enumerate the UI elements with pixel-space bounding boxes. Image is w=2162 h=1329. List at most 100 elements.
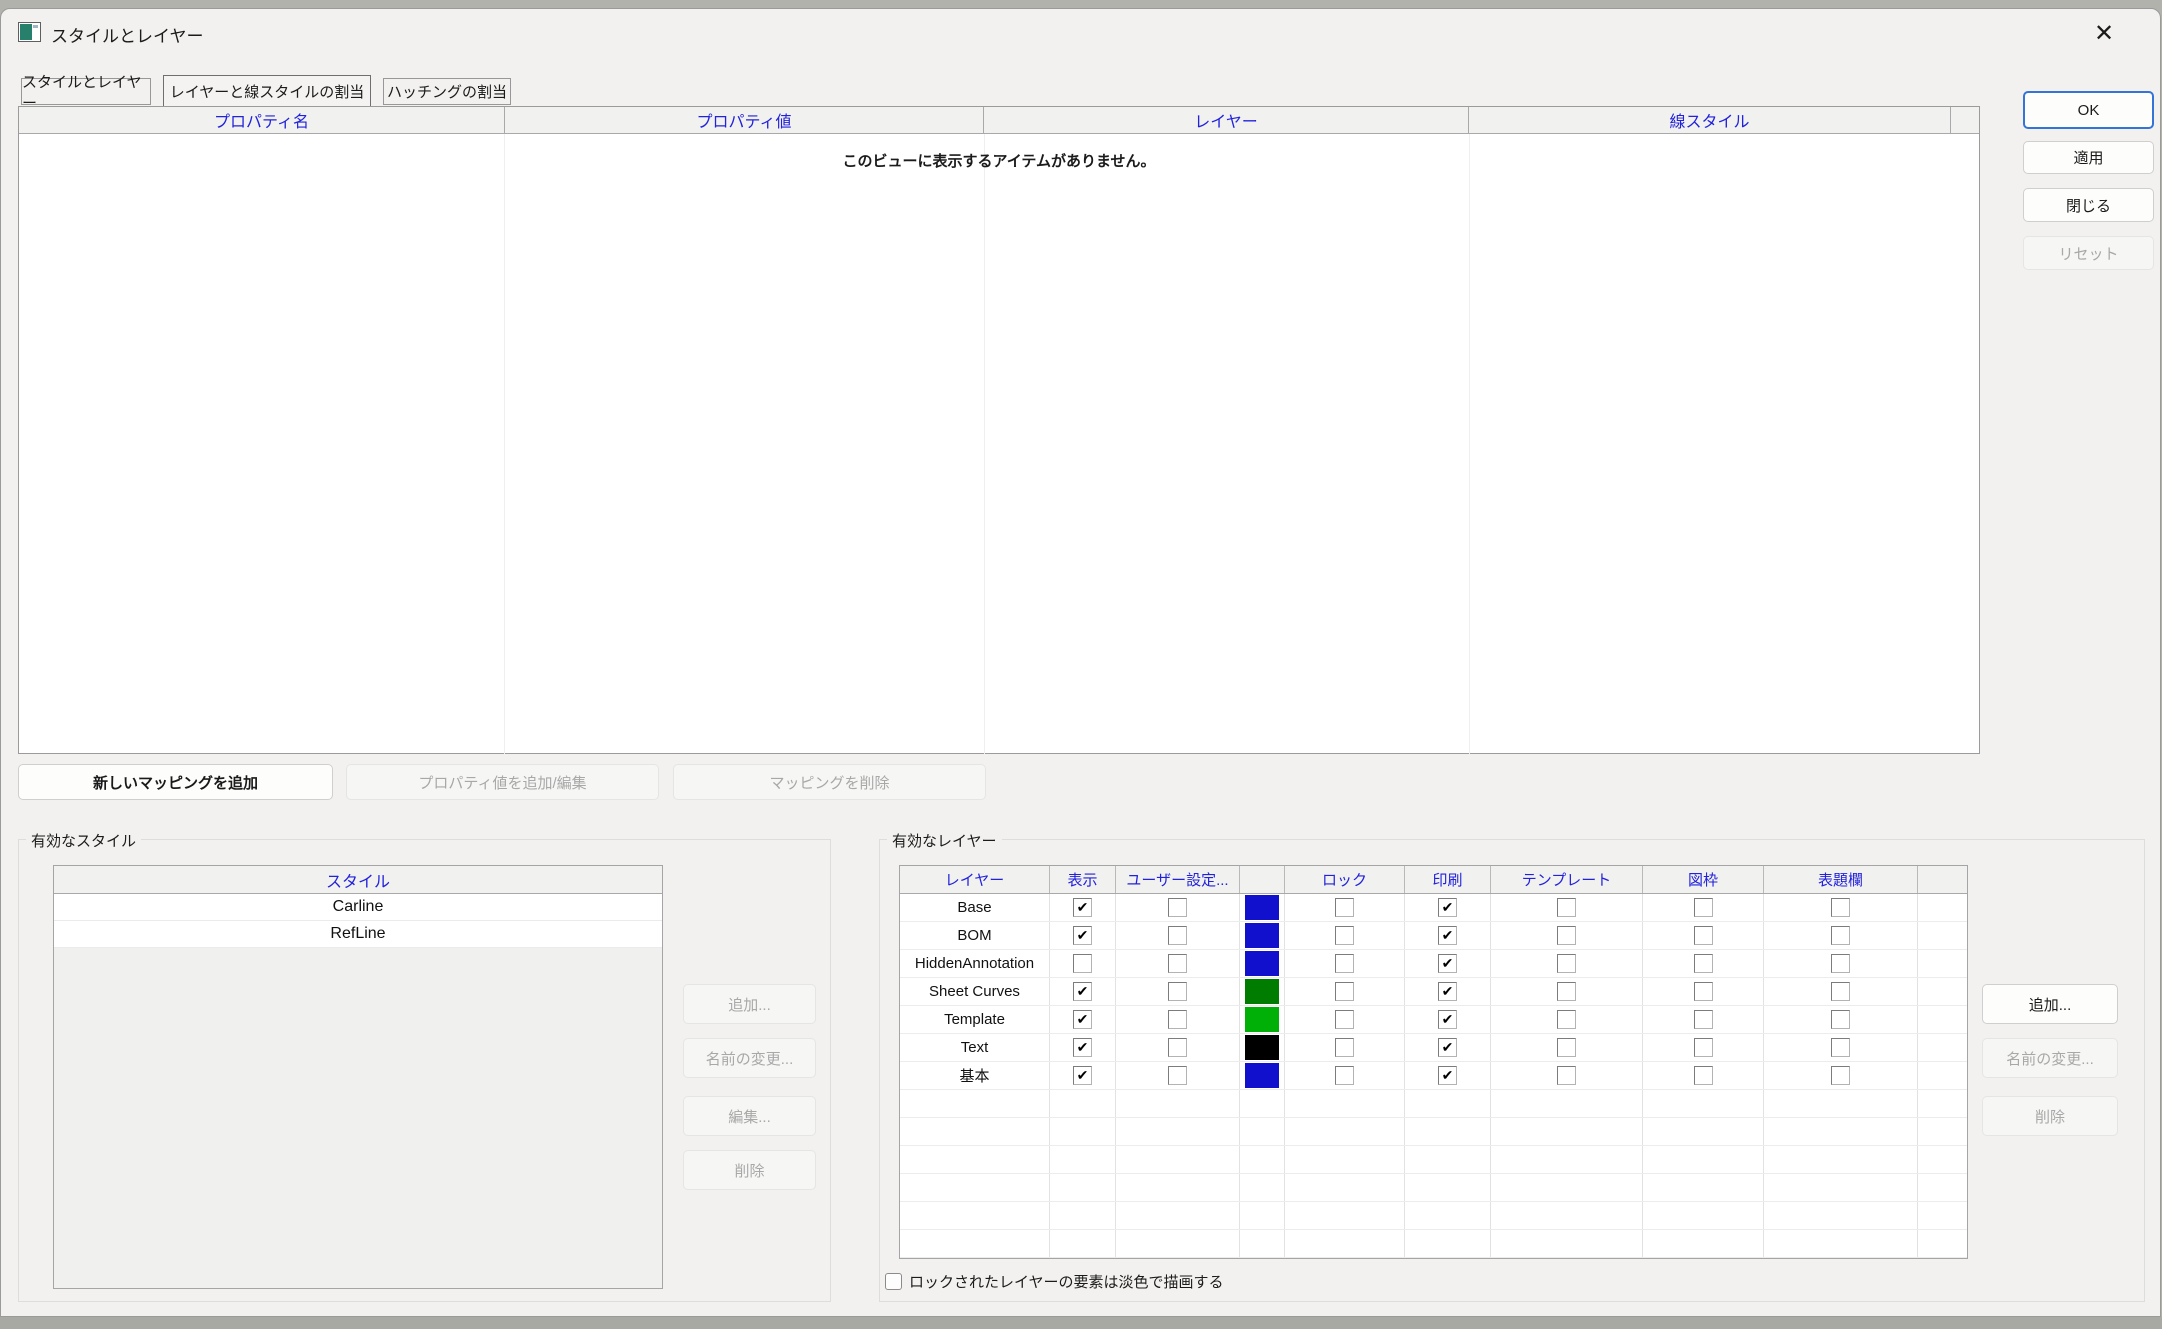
layer-checkbox[interactable] (1831, 1038, 1850, 1057)
layer-checkbox[interactable] (1335, 1010, 1354, 1029)
layer-checkbox[interactable] (1557, 926, 1576, 945)
delete-mapping-button[interactable]: マッピングを削除 (673, 764, 986, 800)
column-header-linestyle[interactable]: 線スタイル (1469, 107, 1951, 133)
layer-checkbox[interactable] (1168, 926, 1187, 945)
layer-checkbox[interactable] (1557, 1038, 1576, 1057)
style-edit-button[interactable]: 編集... (683, 1096, 816, 1136)
layer-checkbox[interactable]: ✔ (1438, 982, 1457, 1001)
column-header-property-value[interactable]: プロパティ値 (505, 107, 984, 133)
layer-row[interactable]: Template✔✔ (900, 1006, 1967, 1034)
layer-checkbox[interactable] (1831, 898, 1850, 917)
layer-checkbox[interactable] (1168, 982, 1187, 1001)
layer-column-header[interactable]: ロック (1285, 866, 1405, 893)
layer-checkbox[interactable] (1831, 1066, 1850, 1085)
layer-checkbox[interactable]: ✔ (1438, 954, 1457, 973)
tab-hatching-assignment[interactable]: ハッチングの割当 (383, 78, 511, 105)
layer-checkbox[interactable] (1694, 1010, 1713, 1029)
layer-checkbox[interactable] (1831, 982, 1850, 1001)
layer-checkbox[interactable] (1831, 1010, 1850, 1029)
tab-layer-linestyle-assignment[interactable]: レイヤーと線スタイルの割当 (163, 75, 371, 106)
layer-color-swatch[interactable] (1245, 951, 1279, 976)
layer-checkbox[interactable] (1694, 954, 1713, 973)
layer-column-header[interactable]: レイヤー (900, 866, 1050, 893)
layer-empty-row (900, 1230, 1967, 1258)
layer-checkbox[interactable] (1557, 954, 1576, 973)
layer-checkbox[interactable] (1557, 1066, 1576, 1085)
column-header-layer[interactable]: レイヤー (984, 107, 1469, 133)
style-rename-button[interactable]: 名前の変更... (683, 1038, 816, 1078)
layer-checkbox[interactable] (1168, 954, 1187, 973)
layer-row[interactable]: HiddenAnnotation✔ (900, 950, 1967, 978)
apply-button[interactable]: 適用 (2023, 141, 2154, 174)
add-edit-property-value-button[interactable]: プロパティ値を追加/編集 (346, 764, 659, 800)
layer-checkbox[interactable]: ✔ (1438, 1038, 1457, 1057)
layer-column-header[interactable]: テンプレート (1491, 866, 1643, 893)
layer-checkbox[interactable] (1168, 898, 1187, 917)
layer-color-swatch[interactable] (1245, 1063, 1279, 1088)
layer-column-header[interactable]: 表題欄 (1764, 866, 1918, 893)
layer-checkbox[interactable] (1168, 1010, 1187, 1029)
layer-row[interactable]: Base✔✔ (900, 894, 1967, 922)
layer-checkbox[interactable] (1335, 954, 1354, 973)
layer-checkbox[interactable] (1335, 982, 1354, 1001)
layer-checkbox[interactable]: ✔ (1438, 1010, 1457, 1029)
reset-button[interactable]: リセット (2023, 236, 2154, 270)
layer-color-swatch[interactable] (1245, 923, 1279, 948)
layer-column-header[interactable]: 印刷 (1405, 866, 1491, 893)
layer-row[interactable]: BOM✔✔ (900, 922, 1967, 950)
layer-color-swatch[interactable] (1245, 1035, 1279, 1060)
tab-styles-and-layers[interactable]: スタイルとレイヤー (21, 78, 151, 105)
mapping-table-body: このビューに表示するアイテムがありません。 (19, 134, 1979, 754)
layer-color-swatch[interactable] (1245, 895, 1279, 920)
layer-checkbox[interactable]: ✔ (1073, 1038, 1092, 1057)
layer-checkbox[interactable] (1694, 1066, 1713, 1085)
layer-checkbox[interactable] (1073, 954, 1092, 973)
layer-checkbox[interactable] (1694, 926, 1713, 945)
layer-checkbox[interactable] (1335, 926, 1354, 945)
layer-checkbox[interactable]: ✔ (1073, 926, 1092, 945)
layer-color-swatch[interactable] (1245, 979, 1279, 1004)
add-new-mapping-button[interactable]: 新しいマッピングを追加 (18, 764, 333, 800)
layer-checkbox[interactable] (1335, 1038, 1354, 1057)
layer-checkbox[interactable] (1168, 1038, 1187, 1057)
layer-add-button[interactable]: 追加... (1982, 984, 2118, 1024)
layer-checkbox[interactable] (1557, 1010, 1576, 1029)
layer-checkbox[interactable]: ✔ (1073, 1010, 1092, 1029)
layer-row[interactable]: 基本✔✔ (900, 1062, 1967, 1090)
layer-checkbox[interactable]: ✔ (1073, 898, 1092, 917)
layer-checkbox[interactable] (1694, 982, 1713, 1001)
layer-checkbox[interactable]: ✔ (1073, 982, 1092, 1001)
layer-checkbox[interactable] (1168, 1066, 1187, 1085)
checkbox-box[interactable] (885, 1273, 902, 1290)
layer-rename-button[interactable]: 名前の変更... (1982, 1038, 2118, 1078)
layer-checkbox[interactable]: ✔ (1438, 1066, 1457, 1085)
layer-checkbox[interactable] (1335, 1066, 1354, 1085)
column-header-property-name[interactable]: プロパティ名 (19, 107, 505, 133)
column-header-style[interactable]: スタイル (54, 866, 662, 894)
close-icon[interactable]: ✕ (2087, 17, 2121, 49)
layer-column-header[interactable]: 図枠 (1643, 866, 1764, 893)
layer-checkbox[interactable]: ✔ (1438, 926, 1457, 945)
layer-checkbox[interactable] (1694, 1038, 1713, 1057)
layer-column-header[interactable]: ユーザー設定... (1116, 866, 1240, 893)
layer-checkbox[interactable] (1831, 954, 1850, 973)
layer-delete-button[interactable]: 削除 (1982, 1096, 2118, 1136)
ok-button[interactable]: OK (2023, 91, 2154, 129)
style-row[interactable]: Carline (54, 894, 662, 921)
layer-checkbox[interactable]: ✔ (1073, 1066, 1092, 1085)
close-button[interactable]: 閉じる (2023, 188, 2154, 222)
layer-checkbox[interactable] (1831, 926, 1850, 945)
layer-row[interactable]: Sheet Curves✔✔ (900, 978, 1967, 1006)
draw-locked-layers-dimmed-checkbox[interactable]: ロックされたレイヤーの要素は淡色で描画する (885, 1271, 1224, 1292)
layer-checkbox[interactable] (1557, 898, 1576, 917)
layer-column-header[interactable]: 表示 (1050, 866, 1116, 893)
layer-checkbox[interactable] (1694, 898, 1713, 917)
style-delete-button[interactable]: 削除 (683, 1150, 816, 1190)
layer-checkbox[interactable]: ✔ (1438, 898, 1457, 917)
layer-checkbox[interactable] (1335, 898, 1354, 917)
layer-color-swatch[interactable] (1245, 1007, 1279, 1032)
layer-checkbox[interactable] (1557, 982, 1576, 1001)
style-row[interactable]: RefLine (54, 921, 662, 948)
layer-row[interactable]: Text✔✔ (900, 1034, 1967, 1062)
style-add-button[interactable]: 追加... (683, 984, 816, 1024)
